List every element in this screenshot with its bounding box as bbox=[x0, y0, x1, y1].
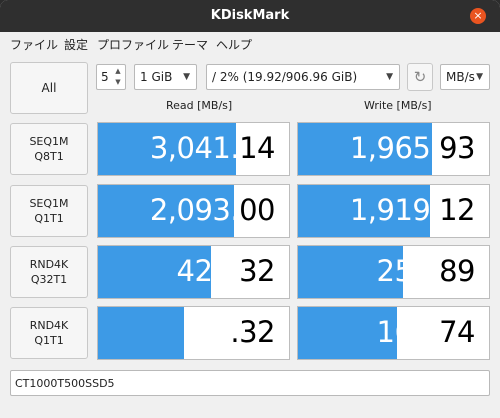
test-queue: Q32T1 bbox=[30, 273, 68, 286]
write-header: Write [MB/s] bbox=[364, 99, 432, 112]
test-queue: Q8T1 bbox=[34, 150, 64, 163]
test-name: RND4K bbox=[29, 258, 69, 271]
write-value: 255.89 bbox=[376, 254, 476, 288]
runs-value: 5 bbox=[101, 70, 109, 84]
window-title: KDiskMark bbox=[210, 8, 290, 23]
read-progress-fill bbox=[98, 307, 184, 359]
menu-help[interactable]: ヘルプ bbox=[216, 36, 252, 53]
test-button-seq1m-q8t1[interactable]: SEQ1M Q8T1 bbox=[10, 123, 88, 175]
unit-value: MB/s bbox=[446, 70, 475, 84]
test-queue: Q1T1 bbox=[34, 212, 64, 225]
chevron-down-icon: ▼ bbox=[476, 72, 483, 82]
write-value: 160.74 bbox=[376, 315, 476, 349]
size-value: 1 GiB bbox=[140, 70, 173, 84]
test-button-rnd4k-q32t1[interactable]: RND4K Q32T1 bbox=[10, 246, 88, 298]
test-name: SEQ1M bbox=[29, 135, 69, 148]
menu-bar: ファイル 設定 プロファイル テーマ ヘルプ bbox=[0, 32, 500, 54]
write-value: 1,919.12 bbox=[349, 193, 476, 227]
size-select[interactable]: 1 GiB ▼ bbox=[134, 64, 197, 90]
read-result: 2,093.00 bbox=[97, 184, 290, 238]
test-queue: Q1T1 bbox=[34, 334, 64, 347]
read-value: 3,041.14 bbox=[149, 131, 276, 165]
read-result: 3,041.14 bbox=[97, 122, 290, 176]
close-button[interactable]: × bbox=[470, 8, 486, 24]
read-header: Read [MB/s] bbox=[166, 99, 233, 112]
unit-select[interactable]: MB/s ▼ bbox=[440, 64, 490, 90]
chevron-down-icon: ▼ bbox=[183, 72, 190, 82]
read-result: 421.32 bbox=[97, 245, 290, 299]
write-result: 255.89 bbox=[297, 245, 490, 299]
refresh-button[interactable]: ↻ bbox=[407, 63, 433, 91]
test-name: SEQ1M bbox=[29, 197, 69, 210]
menu-profile[interactable]: プロファイル bbox=[97, 36, 169, 53]
refresh-icon: ↻ bbox=[413, 68, 427, 86]
write-result: 1,919.12 bbox=[297, 184, 490, 238]
write-value: 1,965.93 bbox=[349, 131, 476, 165]
chevron-down-icon: ▼ bbox=[386, 72, 393, 82]
read-value: 421.32 bbox=[176, 254, 276, 288]
drive-select[interactable]: / 2% (19.92/906.96 GiB) ▼ bbox=[206, 64, 400, 90]
spin-down-icon[interactable]: ▼ bbox=[113, 77, 123, 88]
drive-value: / 2% (19.92/906.96 GiB) bbox=[212, 70, 358, 84]
title-bar: KDiskMark × bbox=[0, 0, 500, 32]
all-button[interactable]: All bbox=[10, 62, 88, 114]
menu-settings[interactable]: 設定 bbox=[64, 36, 88, 53]
test-button-rnd4k-q1t1[interactable]: RND4K Q1T1 bbox=[10, 307, 88, 359]
write-result: 160.74 bbox=[297, 306, 490, 360]
read-result: 65.32 bbox=[97, 306, 290, 360]
read-value: 2,093.00 bbox=[149, 193, 276, 227]
spin-up-icon[interactable]: ▲ bbox=[113, 66, 123, 77]
write-result: 1,965.93 bbox=[297, 122, 490, 176]
read-value: 65.32 bbox=[194, 315, 275, 349]
runs-spinbox[interactable]: 5 ▲ ▼ bbox=[96, 64, 126, 90]
menu-file[interactable]: ファイル bbox=[10, 36, 58, 53]
test-name: RND4K bbox=[29, 319, 69, 332]
kdiskmark-window: KDiskMark × ファイル 設定 プロファイル テーマ ヘルプ All 5… bbox=[0, 0, 500, 418]
comment-field[interactable]: CT1000T500SSD5 bbox=[10, 370, 490, 396]
test-button-seq1m-q1t1[interactable]: SEQ1M Q1T1 bbox=[10, 185, 88, 237]
menu-theme[interactable]: テーマ bbox=[172, 36, 208, 53]
